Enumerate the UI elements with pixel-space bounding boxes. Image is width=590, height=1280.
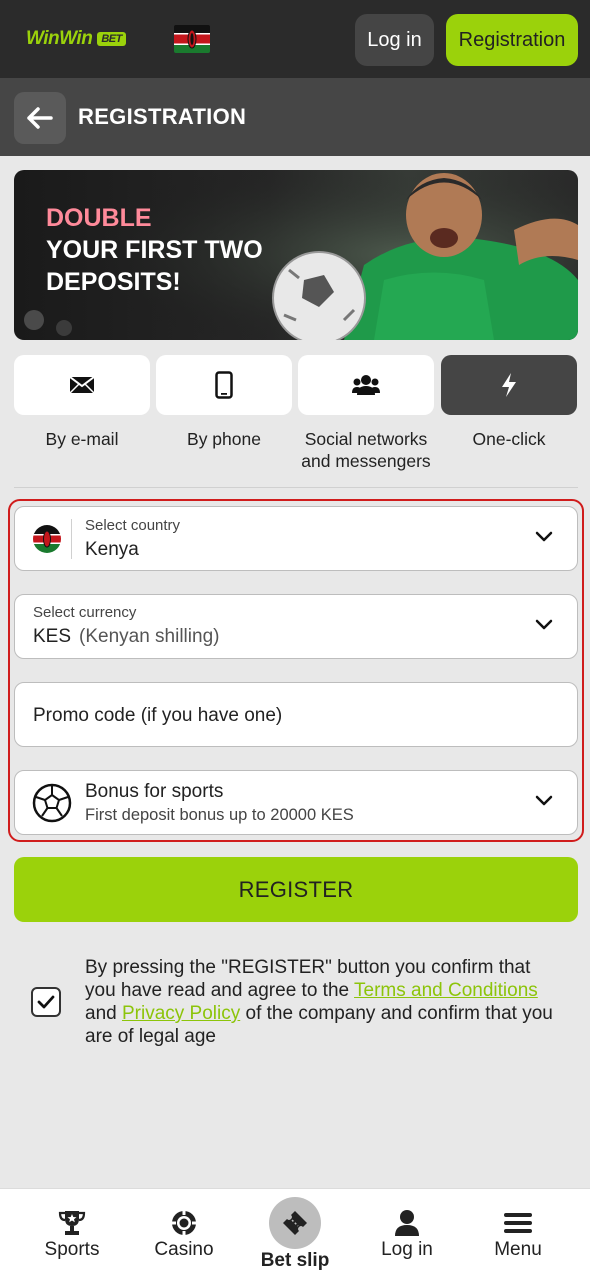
banner-headline: DOUBLE YOUR FIRST TWO DEPOSITS! [46,202,263,298]
currency-select[interactable]: Select currency KES (Kenyan shilling) [14,594,578,659]
currency-field-label: Select currency [33,604,137,621]
tab-email-label[interactable]: By e-mail [7,428,157,450]
tab-social[interactable] [298,355,434,415]
bonus-title: Bonus for sports [85,781,224,802]
kenya-flag-icon[interactable] [174,25,210,53]
top-header: WinWin BET Log in Registration [0,0,590,78]
nav-menu-label: Menu [494,1239,542,1260]
nav-login-label: Log in [381,1239,433,1260]
nav-login[interactable]: Log in [352,1189,462,1280]
user-icon [395,1210,419,1236]
nav-casino-label: Casino [154,1239,214,1260]
currency-code: KES [33,626,72,647]
register-button[interactable]: REGISTER [14,857,578,922]
promo-code-input[interactable]: Promo code (if you have one) [14,682,578,747]
country-field-value: Kenya [85,539,139,560]
kenya-round-flag-icon [33,525,61,553]
tab-one-click-label[interactable]: One-click [434,428,584,450]
trophy-icon [58,1211,86,1235]
tab-phone-label[interactable]: By phone [149,428,299,450]
promo-code-placeholder: Promo code (if you have one) [33,705,283,726]
registration-button[interactable]: Registration [446,14,578,66]
login-button[interactable]: Log in [355,14,434,66]
phone-icon [215,371,233,399]
tab-social-label[interactable]: Social networks and messengers [291,428,441,472]
nav-menu[interactable]: Menu [463,1189,573,1280]
currency-name: (Kenyan shilling) [79,626,220,647]
checkmark-icon [37,995,55,1009]
chevron-down-icon [535,795,553,806]
people-icon [352,375,380,395]
casino-chip-icon [172,1211,196,1235]
tab-one-click[interactable] [441,355,577,415]
chevron-down-icon [535,619,553,630]
chevron-down-icon [535,531,553,542]
country-select[interactable]: Select country Kenya [14,506,578,571]
consent-text-and: and [85,1003,122,1024]
logo-text: WinWin [26,28,93,49]
hamburger-menu-icon [504,1213,532,1233]
envelope-icon [69,376,95,394]
ticket-icon [283,1211,307,1235]
nav-sports-label: Sports [44,1239,100,1260]
lightning-icon [502,373,516,397]
bonus-select[interactable]: Bonus for sports First deposit bonus up … [14,770,578,835]
tab-email[interactable] [14,355,150,415]
banner-line-3: DEPOSITS! [46,268,181,296]
back-button[interactable] [14,92,66,144]
divider [14,487,578,488]
arrow-left-icon [27,107,53,129]
consent-text: By pressing the "REGISTER" button you co… [85,956,555,1048]
terms-link[interactable]: Terms and Conditions [354,980,538,1001]
bottom-navigation: Sports Casino Bet slip Log in Menu [0,1188,590,1280]
soccer-ball-icon [32,783,72,823]
country-field-label: Select country [85,517,181,534]
promo-banner[interactable]: DOUBLE YOUR FIRST TWO DEPOSITS! [14,170,578,340]
banner-line-2: YOUR FIRST TWO [46,236,263,264]
page-title: REGISTRATION [78,104,247,129]
banner-line-1: DOUBLE [46,204,152,232]
privacy-link[interactable]: Privacy Policy [122,1003,240,1024]
consent-checkbox[interactable] [31,987,61,1017]
nav-betslip-label[interactable]: Bet slip [240,1250,350,1272]
bonus-subtitle: First deposit bonus up to 20000 KES [85,806,354,824]
tab-phone[interactable] [156,355,292,415]
nav-betslip[interactable] [269,1197,321,1249]
field-separator [71,519,72,559]
title-bar: REGISTRATION [0,78,590,156]
logo-badge: BET [97,32,126,46]
winwin-logo[interactable]: WinWin BET [26,28,126,50]
nav-casino[interactable]: Casino [129,1189,239,1280]
nav-sports[interactable]: Sports [17,1189,127,1280]
